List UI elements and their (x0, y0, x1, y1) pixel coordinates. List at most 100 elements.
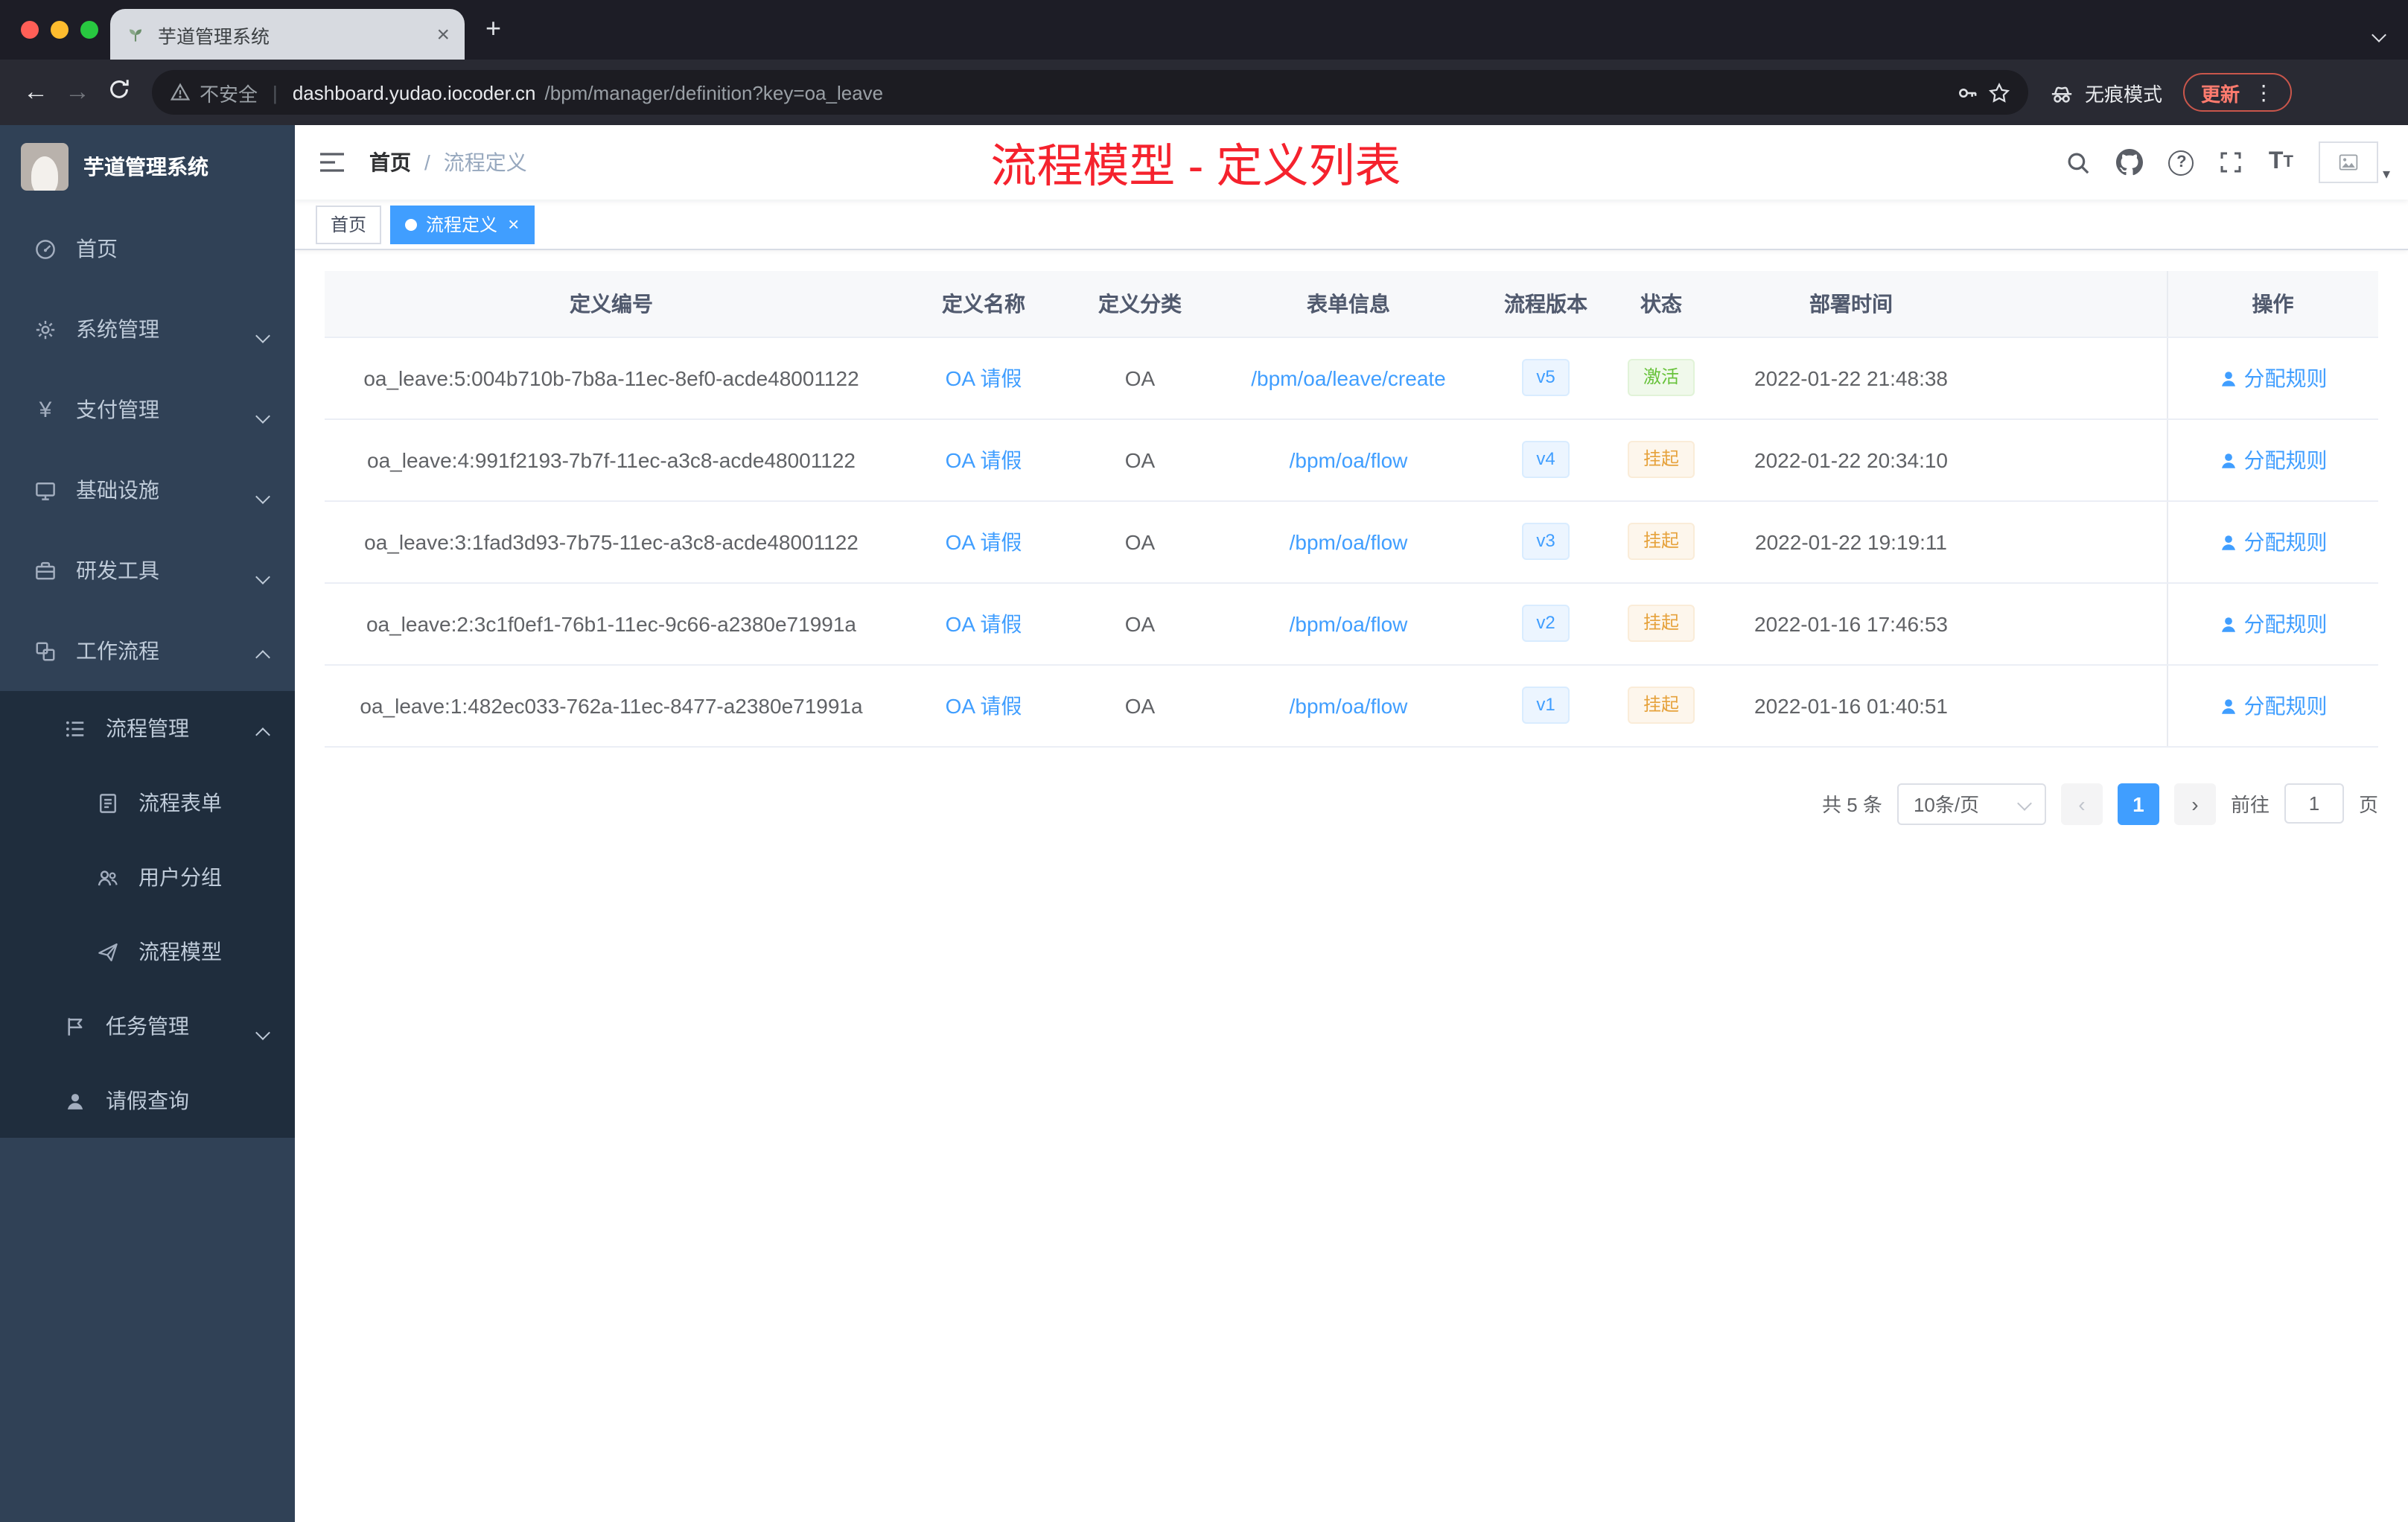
update-button[interactable]: 更新 ⋮ (2183, 73, 2293, 112)
tab-title: 芋道管理系统 (158, 26, 270, 47)
form-info-link[interactable]: /bpm/oa/flow (1290, 611, 1408, 635)
not-secure-warning-icon (170, 82, 191, 103)
definition-category-cell: OA (1069, 500, 1211, 583)
process-version-cell: v5 (1486, 337, 1605, 419)
breadcrumb-home[interactable]: 首页 (369, 147, 411, 177)
definition-name-link[interactable]: OA 请假 (946, 448, 1022, 471)
browser-tab[interactable]: 芋道管理系统 × (110, 9, 465, 60)
page-size-value: 10条/页 (1913, 794, 1980, 816)
status-badge: 激活 (1628, 358, 1694, 397)
page-1-button[interactable]: 1 (2117, 783, 2159, 824)
fullscreen-icon[interactable] (2220, 150, 2243, 174)
form-info-link[interactable]: /bpm/oa/leave/create (1251, 366, 1446, 389)
menu-kebab-icon[interactable]: ⋮ (2253, 80, 2274, 105)
tag-process-definition[interactable]: 流程定义 × (390, 205, 535, 243)
new-tab-button[interactable]: + (485, 15, 501, 42)
assign-rule-button[interactable]: 分配规则 (2219, 448, 2328, 471)
avatar[interactable] (2318, 141, 2378, 183)
sidebar-item-process-form[interactable]: 流程表单 (0, 765, 295, 840)
definition-id-cell: oa_leave:4:991f2193-7b7f-11ec-a3c8-acde4… (325, 418, 898, 501)
column-header-5: 状态 (1605, 271, 1717, 337)
action-cell: 分配规则 (2166, 582, 2378, 665)
reload-button[interactable] (98, 77, 140, 108)
window-close-button[interactable] (21, 21, 39, 39)
sidebar-item-label: 流程表单 (138, 791, 222, 815)
github-icon[interactable] (2116, 149, 2144, 176)
sidebar-item-task-mgmt[interactable]: 任务管理 (0, 989, 295, 1063)
page-size-select[interactable]: 10条/页 (1896, 783, 2046, 824)
definition-category-cell: OA (1069, 664, 1211, 747)
assign-rule-button[interactable]: 分配规则 (2219, 693, 2328, 717)
font-size-icon[interactable]: TT (2269, 149, 2293, 176)
form-info-link[interactable]: /bpm/oa/flow (1290, 693, 1408, 717)
sidebar-item-home[interactable]: 首页 (0, 208, 295, 289)
form-icon (95, 792, 121, 814)
sidebar-item-infrastructure[interactable]: 基础设施 (0, 450, 295, 530)
hamburger-icon[interactable] (295, 150, 369, 174)
dashboard-icon (33, 238, 58, 260)
definition-name-link[interactable]: OA 请假 (946, 366, 1022, 389)
page-content: 定义编号 定义名称 定义分类 表单信息 流程版本 状态 部署时间 操作 oa_leave:5:… (295, 250, 2408, 1522)
incognito-label: 无痕模式 (2085, 83, 2163, 105)
status-cell: 挂起 (1605, 418, 1717, 501)
pagination: 共 5 条 10条/页 ‹ 1 › 前往 页 (325, 783, 2378, 824)
window-minimize-button[interactable] (51, 21, 69, 39)
sidebar-item-system[interactable]: 系统管理 (0, 289, 295, 369)
gap-cell (1985, 337, 2167, 419)
goto-page-input[interactable] (2284, 783, 2344, 824)
gap-cell (1985, 664, 2167, 747)
tab-search-chevron-icon[interactable] (2372, 21, 2386, 48)
sidebar-item-payment[interactable]: ¥ 支付管理 (0, 369, 295, 450)
gap-cell (1985, 500, 2167, 583)
prev-page-button[interactable]: ‹ (2060, 783, 2103, 824)
app-logo[interactable]: 芋道管理系统 (0, 125, 295, 208)
definition-name-link[interactable]: OA 请假 (946, 529, 1022, 553)
sidebar-item-process-mgmt[interactable]: 流程管理 (0, 691, 295, 765)
app-title: 芋道管理系统 (83, 155, 208, 179)
sidebar-item-user-group[interactable]: 用户分组 (0, 840, 295, 914)
url-divider: | (273, 81, 278, 104)
help-icon[interactable]: ? (2168, 150, 2194, 175)
forward-button[interactable]: → (57, 77, 98, 107)
password-key-icon[interactable] (1957, 81, 1979, 104)
url-domain: dashboard.yudao.iocoder.cn (292, 81, 536, 104)
address-bar[interactable]: 不安全 | dashboard.yudao.iocoder.cn/bpm/man… (152, 70, 2028, 115)
definition-category-cell: OA (1069, 337, 1211, 419)
assign-rule-button[interactable]: 分配规则 (2219, 529, 2328, 553)
form-info-link[interactable]: /bpm/oa/flow (1290, 529, 1408, 553)
definition-name-link[interactable]: OA 请假 (946, 693, 1022, 717)
tag-close-icon[interactable]: × (508, 214, 519, 234)
browser-window: 芋道管理系统 × + ← → 不安全 | dashboard.yudao.ioc… (0, 0, 2408, 1522)
user-menu[interactable]: ▾ (2318, 141, 2390, 183)
window-zoom-button[interactable] (80, 21, 98, 39)
sidebar-item-devtools[interactable]: 研发工具 (0, 530, 295, 611)
definition-name-cell: OA 请假 (898, 418, 1069, 501)
search-icon[interactable] (2066, 150, 2092, 175)
assign-rule-button[interactable]: 分配规则 (2219, 366, 2328, 389)
tag-home[interactable]: 首页 (316, 205, 382, 243)
assign-rule-button[interactable]: 分配规则 (2219, 611, 2328, 635)
bookmark-star-icon[interactable] (1988, 81, 2010, 104)
chevron-down-icon: ▾ (2382, 167, 2390, 183)
sidebar-item-label: 支付管理 (76, 398, 159, 421)
toolbox-icon (33, 559, 58, 582)
breadcrumb: 首页 / 流程定义 (369, 147, 527, 177)
top-navbar: 首页 / 流程定义 ? TT ▾ (295, 125, 2408, 200)
version-badge: v2 (1521, 604, 1570, 643)
browser-toolbar: ← → 不安全 | dashboard.yudao.iocoder.cn/bpm… (0, 60, 2408, 125)
sidebar-item-workflow[interactable]: 工作流程 (0, 611, 295, 691)
sidebar-item-process-model[interactable]: 流程模型 (0, 914, 295, 989)
next-page-button[interactable]: › (2173, 783, 2216, 824)
sidebar-item-leave-query[interactable]: 请假查询 (0, 1063, 295, 1138)
status-cell: 激活 (1605, 337, 1717, 419)
column-header-2: 定义分类 (1069, 271, 1211, 337)
definition-name-link[interactable]: OA 请假 (946, 611, 1022, 635)
update-label: 更新 (2201, 83, 2240, 105)
definition-table: 定义编号 定义名称 定义分类 表单信息 流程版本 状态 部署时间 操作 oa_leave:5:… (325, 271, 2378, 747)
incognito-icon (2049, 80, 2074, 105)
tab-close-icon[interactable]: × (436, 23, 450, 45)
form-info-link[interactable]: /bpm/oa/flow (1290, 448, 1408, 471)
back-button[interactable]: ← (15, 77, 57, 107)
definition-category-cell: OA (1069, 582, 1211, 665)
sidebar-item-label: 工作流程 (76, 639, 159, 663)
